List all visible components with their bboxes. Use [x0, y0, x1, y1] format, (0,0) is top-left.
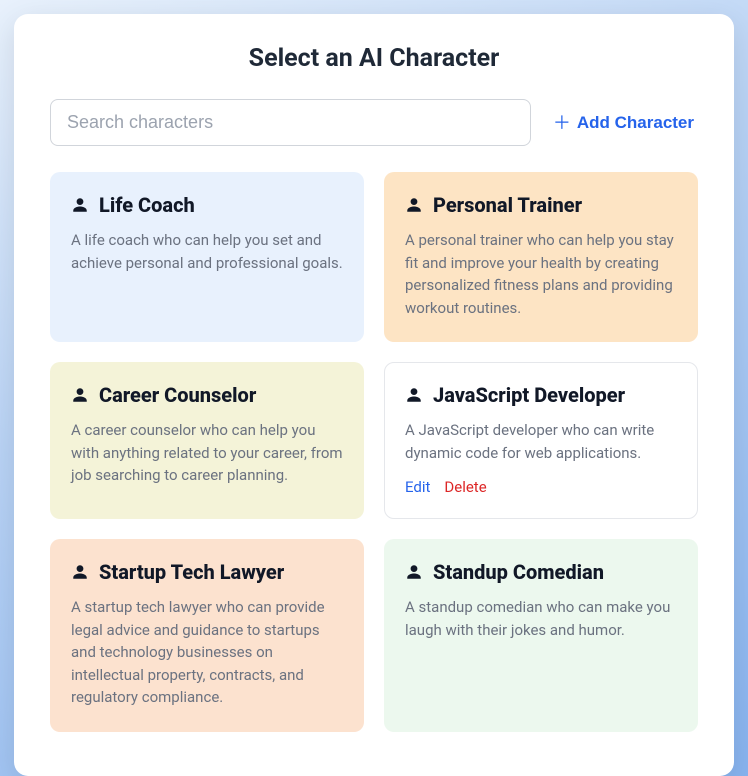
character-card[interactable]: JavaScript Developer A JavaScript develop… — [384, 362, 698, 519]
card-name: Personal Trainer — [433, 193, 582, 217]
character-card[interactable]: Startup Tech Lawyer A startup tech lawyer… — [50, 539, 364, 732]
card-name: Standup Comedian — [433, 560, 604, 584]
card-title-row: JavaScript Developer — [405, 383, 677, 407]
person-icon — [405, 196, 423, 214]
character-card[interactable]: Career Counselor A career counselor who c… — [50, 362, 364, 519]
card-actions: Edit Delete — [405, 478, 677, 496]
card-description: A career counselor who can help you with… — [71, 419, 343, 487]
person-icon — [71, 386, 89, 404]
plus-icon: ＋ — [553, 114, 571, 132]
add-character-button[interactable]: ＋ Add Character — [549, 99, 698, 146]
person-icon — [71, 196, 89, 214]
person-icon — [405, 563, 423, 581]
card-description: A personal trainer who can help you stay… — [405, 229, 677, 319]
character-card[interactable]: Standup Comedian A standup comedian who c… — [384, 539, 698, 732]
person-icon — [71, 563, 89, 581]
person-icon — [405, 386, 423, 404]
edit-link[interactable]: Edit — [405, 478, 430, 496]
search-input[interactable] — [50, 99, 531, 146]
header-row: ＋ Add Character — [50, 99, 698, 146]
delete-link[interactable]: Delete — [444, 478, 486, 496]
card-name: Life Coach — [99, 193, 195, 217]
card-title-row: Startup Tech Lawyer — [71, 560, 343, 584]
card-title-row: Life Coach — [71, 193, 343, 217]
card-name: Startup Tech Lawyer — [99, 560, 284, 584]
card-name: JavaScript Developer — [433, 383, 625, 407]
page-title: Select an AI Character — [50, 44, 698, 73]
card-title-row: Personal Trainer — [405, 193, 677, 217]
card-title-row: Career Counselor — [71, 383, 343, 407]
card-description: A JavaScript developer who can write dyn… — [405, 419, 677, 464]
card-description: A life coach who can help you set and ac… — [71, 229, 343, 274]
character-grid: Life Coach A life coach who can help you … — [50, 172, 698, 732]
character-card[interactable]: Life Coach A life coach who can help you … — [50, 172, 364, 342]
card-description: A startup tech lawyer who can provide le… — [71, 596, 343, 709]
card-title-row: Standup Comedian — [405, 560, 677, 584]
character-card[interactable]: Personal Trainer A personal trainer who c… — [384, 172, 698, 342]
card-name: Career Counselor — [99, 383, 256, 407]
add-character-label: Add Character — [577, 113, 694, 133]
card-description: A standup comedian who can make you laug… — [405, 596, 677, 641]
character-panel: Select an AI Character ＋ Add Character L… — [14, 14, 734, 776]
